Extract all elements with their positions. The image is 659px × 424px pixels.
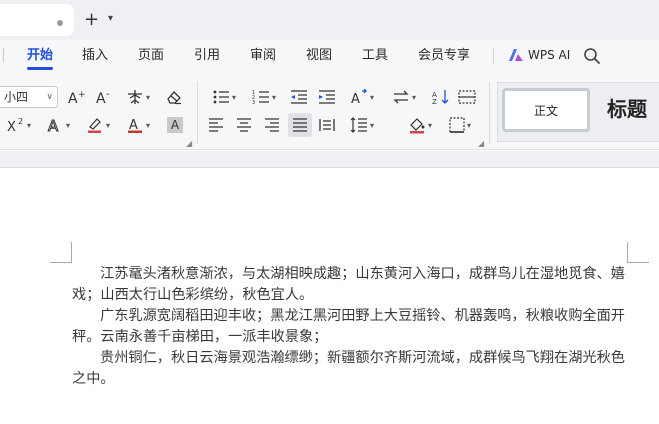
align-left-button[interactable] [205, 114, 227, 136]
text-effect-button[interactable]: A ▾ [42, 114, 74, 136]
tab-view[interactable]: 视图 [306, 47, 332, 65]
tab-review[interactable]: 审阅 [250, 47, 276, 65]
svg-text:A: A [96, 91, 106, 105]
indent-icon [319, 90, 335, 104]
margin-corner-top-right [627, 242, 649, 263]
align-left-icon [209, 118, 223, 132]
style-normal[interactable]: 正文 [502, 88, 590, 132]
decrease-indent-button[interactable] [288, 86, 310, 108]
superscript-button[interactable]: X2 ▾ [4, 114, 34, 136]
unsaved-dot-icon [57, 20, 63, 26]
document-body[interactable]: 江苏鼋头渚秋意渐浓，与太湖相映成趣；山东黄河入海口，成群鸟儿在湿地觅食、嬉戏；山… [72, 264, 632, 390]
tab-member[interactable]: 会员专享 [418, 47, 470, 65]
search-icon[interactable] [582, 46, 602, 66]
svg-text:A: A [48, 117, 59, 133]
border-icon [449, 117, 465, 133]
wps-ai-label: WPS AI [528, 48, 571, 62]
style-heading[interactable]: 标题 [607, 96, 647, 122]
align-justify-icon [293, 118, 307, 132]
align-right-icon [265, 118, 279, 132]
clear-formatting-button[interactable] [163, 86, 185, 108]
document-tab[interactable] [0, 4, 74, 36]
show-hide-marks-button[interactable] [456, 86, 478, 108]
tab-page[interactable]: 页面 [138, 47, 164, 65]
menu-separator [3, 48, 4, 62]
align-right-button[interactable] [261, 114, 283, 136]
phonetic-icon [127, 90, 142, 104]
text-direction-button[interactable]: A ▾ [346, 86, 378, 108]
paragraph-shading-button[interactable]: ▾ [404, 114, 436, 136]
svg-text:A: A [68, 91, 78, 105]
new-tab-dropdown-icon[interactable]: ▾ [108, 13, 113, 24]
distributed-icon [319, 119, 335, 131]
character-shading-button[interactable]: A [164, 114, 186, 136]
title-tabstrip: + ▾ [0, 0, 659, 40]
paint-bucket-icon [409, 118, 425, 134]
justify-button[interactable] [288, 113, 312, 137]
borders-button[interactable]: ▾ [444, 114, 476, 136]
font-color-button[interactable]: A ▾ [122, 114, 154, 136]
sort-icon: AZ [432, 90, 449, 105]
decrease-font-size-button[interactable]: A- [94, 86, 116, 108]
svg-text:A: A [351, 92, 360, 105]
phonetic-guide-button[interactable]: ▾ [122, 86, 154, 108]
svg-text:Z: Z [432, 98, 437, 105]
eraser-icon [167, 91, 181, 105]
font-color-icon: A [127, 118, 142, 133]
numbering-button[interactable]: 123 ▾ [248, 86, 280, 108]
svg-text:-: - [106, 89, 110, 100]
wps-ai-button[interactable]: WPS AI [508, 46, 570, 64]
distributed-align-button[interactable] [316, 114, 338, 136]
font-size-value: 小四 [4, 90, 29, 104]
tab-tools[interactable]: 工具 [362, 47, 388, 65]
line-spacing-button[interactable]: ▾ [346, 114, 378, 136]
paragraph[interactable]: 江苏鼋头渚秋意渐浓，与太湖相映成趣；山东黄河入海口，成群鸟儿在湿地觅食、嬉戏；山… [72, 264, 632, 306]
align-center-button[interactable] [233, 114, 255, 136]
text-direction-icon: A [351, 89, 367, 105]
svg-text:X: X [7, 120, 16, 133]
chinese-layout-button[interactable]: ▾ [388, 86, 420, 108]
document-workspace [0, 151, 659, 168]
menu-separator [493, 48, 494, 64]
paragraph-marks-icon [458, 90, 476, 104]
shading-letter: A [167, 117, 183, 133]
active-tab-indicator [27, 67, 53, 70]
line-spacing-icon [350, 117, 367, 133]
wps-ai-logo-icon [509, 49, 523, 61]
text-effect-icon: A [47, 117, 59, 133]
font-size-select[interactable]: 小四 ∨ [0, 86, 58, 108]
bulleted-list-icon [213, 90, 229, 104]
svg-text:+: + [78, 90, 86, 100]
numbered-list-icon: 123 [252, 90, 269, 105]
sort-button[interactable]: AZ [430, 86, 452, 108]
paragraph[interactable]: 贵州铜仁，秋日云海景观浩瀚缥缈；新疆额尔齐斯河流域，成群候鸟飞翔在湖光秋色之中。 [72, 348, 632, 390]
highlight-button[interactable]: ▾ [82, 114, 114, 136]
outdent-icon [291, 90, 307, 104]
font-dialog-launcher-icon[interactable]: ◢ [186, 139, 192, 148]
margin-corner-top-left [50, 242, 72, 263]
bullets-button[interactable]: ▾ [208, 86, 240, 108]
increase-font-size-button[interactable]: A + [66, 86, 88, 108]
tab-insert[interactable]: 插入 [82, 47, 108, 65]
tab-home[interactable]: 开始 [27, 47, 53, 65]
align-center-icon [237, 118, 251, 132]
layout-arrows-icon [393, 90, 409, 104]
svg-text:2: 2 [18, 117, 23, 126]
ribbon-separator [489, 82, 490, 144]
highlighter-icon [87, 118, 101, 133]
superscript-icon: X2 [7, 117, 23, 133]
paragraph-dialog-launcher-icon[interactable]: ◢ [478, 139, 484, 148]
new-tab-button[interactable]: + [84, 10, 99, 30]
ribbon-separator [197, 82, 198, 144]
tab-references[interactable]: 引用 [194, 47, 220, 65]
paragraph[interactable]: 广东乳源宽阔稻田迎丰收；黑龙江黑河田野上大豆摇铃、机器轰鸣，秋粮收购全面开秤。云… [72, 306, 632, 348]
svg-text:3: 3 [252, 100, 255, 105]
chevron-down-icon: ∨ [46, 92, 53, 102]
increase-indent-button[interactable] [316, 86, 338, 108]
